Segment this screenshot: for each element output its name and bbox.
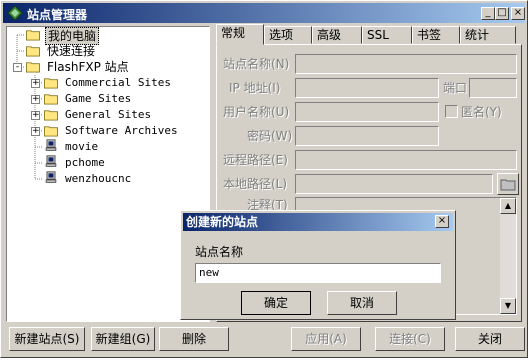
expand-toggle[interactable]: + bbox=[31, 95, 40, 104]
open-folder-icon bbox=[26, 62, 40, 73]
site-name-field[interactable] bbox=[295, 54, 517, 74]
remote-path-label: 远程路径(E) bbox=[223, 153, 288, 167]
delete-button[interactable]: 删除 bbox=[159, 327, 229, 351]
port-label: 端口 bbox=[443, 81, 468, 95]
cancel-button[interactable]: 取消 bbox=[327, 291, 397, 315]
site-computer-icon bbox=[45, 139, 57, 151]
folder-icon bbox=[26, 46, 40, 57]
ip-address-field[interactable] bbox=[295, 78, 439, 98]
tab-options[interactable]: 选项 bbox=[264, 26, 312, 44]
dialog-close-button[interactable]: × bbox=[435, 215, 449, 228]
dialog-site-name-input[interactable]: new bbox=[195, 263, 441, 283]
tree-item-label: FlashFXP 站点 bbox=[47, 60, 129, 74]
tab-bookmarks[interactable]: 书签 bbox=[412, 26, 460, 44]
username-field[interactable] bbox=[295, 102, 439, 122]
minimize-button[interactable]: _ bbox=[481, 7, 495, 20]
create-site-dialog: 创建新的站点 × 站点名称 new 确定 取消 bbox=[180, 210, 456, 320]
notes-scrollbar[interactable]: ▲ ▼ bbox=[500, 198, 516, 314]
password-field[interactable] bbox=[295, 126, 439, 146]
scroll-down-icon[interactable]: ▼ bbox=[500, 298, 516, 314]
apply-button[interactable]: 应用(A) bbox=[291, 327, 361, 351]
anonymous-label: 匿名(Y) bbox=[461, 105, 502, 119]
expand-toggle[interactable]: + bbox=[31, 127, 40, 136]
site-computer-icon bbox=[45, 155, 57, 167]
close-button[interactable]: 关闭 bbox=[455, 327, 525, 351]
title-bar[interactable]: 站点管理器 _ □ × bbox=[3, 3, 525, 23]
expand-toggle[interactable]: + bbox=[31, 79, 40, 88]
ok-button[interactable]: 确定 bbox=[241, 291, 311, 315]
password-label: 密码(W) bbox=[247, 129, 293, 143]
site-computer-icon bbox=[45, 171, 57, 183]
new-site-button[interactable]: 新建站点(S) bbox=[9, 327, 85, 351]
tree-item-label: wenzhoucnc bbox=[65, 172, 132, 185]
tree-item-label: General Sites bbox=[65, 108, 152, 121]
folder-icon bbox=[44, 110, 58, 121]
tree-item-label: 快速连接 bbox=[47, 44, 96, 58]
site-name-label: 站点名称(N) bbox=[223, 57, 290, 71]
port-field[interactable] bbox=[469, 78, 517, 98]
username-label: 用户名称(U) bbox=[223, 105, 290, 119]
collapse-toggle[interactable]: - bbox=[13, 63, 22, 72]
maximize-button[interactable]: □ bbox=[495, 7, 509, 20]
folder-icon bbox=[44, 78, 58, 89]
remote-path-field[interactable] bbox=[295, 150, 517, 170]
tree-item-label: movie bbox=[65, 140, 99, 153]
window-title: 站点管理器 bbox=[27, 8, 88, 22]
dialog-site-name-label: 站点名称 bbox=[195, 245, 244, 259]
new-group-button[interactable]: 新建组(G) bbox=[91, 327, 155, 351]
folder-icon bbox=[44, 94, 58, 105]
scroll-up-icon[interactable]: ▲ bbox=[500, 198, 516, 214]
tree-item-label: Commercial Sites bbox=[65, 76, 171, 89]
tree-item-label: pchome bbox=[65, 156, 105, 169]
tab-ssl[interactable]: SSL bbox=[362, 26, 412, 44]
browse-button[interactable] bbox=[497, 173, 519, 195]
flashfxp-logo-icon bbox=[7, 5, 23, 21]
window-close-button[interactable]: × bbox=[511, 7, 525, 20]
folder-icon bbox=[26, 30, 40, 41]
expand-toggle[interactable]: + bbox=[31, 111, 40, 120]
connect-button[interactable]: 连接(C) bbox=[375, 327, 445, 351]
tab-general[interactable]: 常规 bbox=[216, 24, 264, 45]
local-path-field[interactable] bbox=[295, 174, 493, 194]
tab-statistics[interactable]: 统计 bbox=[460, 26, 516, 44]
anonymous-checkbox[interactable] bbox=[445, 105, 458, 118]
tree-item-label: Game Sites bbox=[65, 92, 132, 105]
local-path-label: 本地路径(L) bbox=[223, 177, 288, 191]
open-folder-icon bbox=[500, 179, 516, 191]
dialog-title[interactable]: 创建新的站点 bbox=[183, 213, 453, 231]
folder-icon bbox=[44, 126, 58, 137]
tree-item-label: Software Archives bbox=[65, 124, 178, 137]
ip-address-label: IP 地址(I) bbox=[229, 81, 281, 95]
tab-advanced[interactable]: 高级 bbox=[312, 26, 362, 44]
